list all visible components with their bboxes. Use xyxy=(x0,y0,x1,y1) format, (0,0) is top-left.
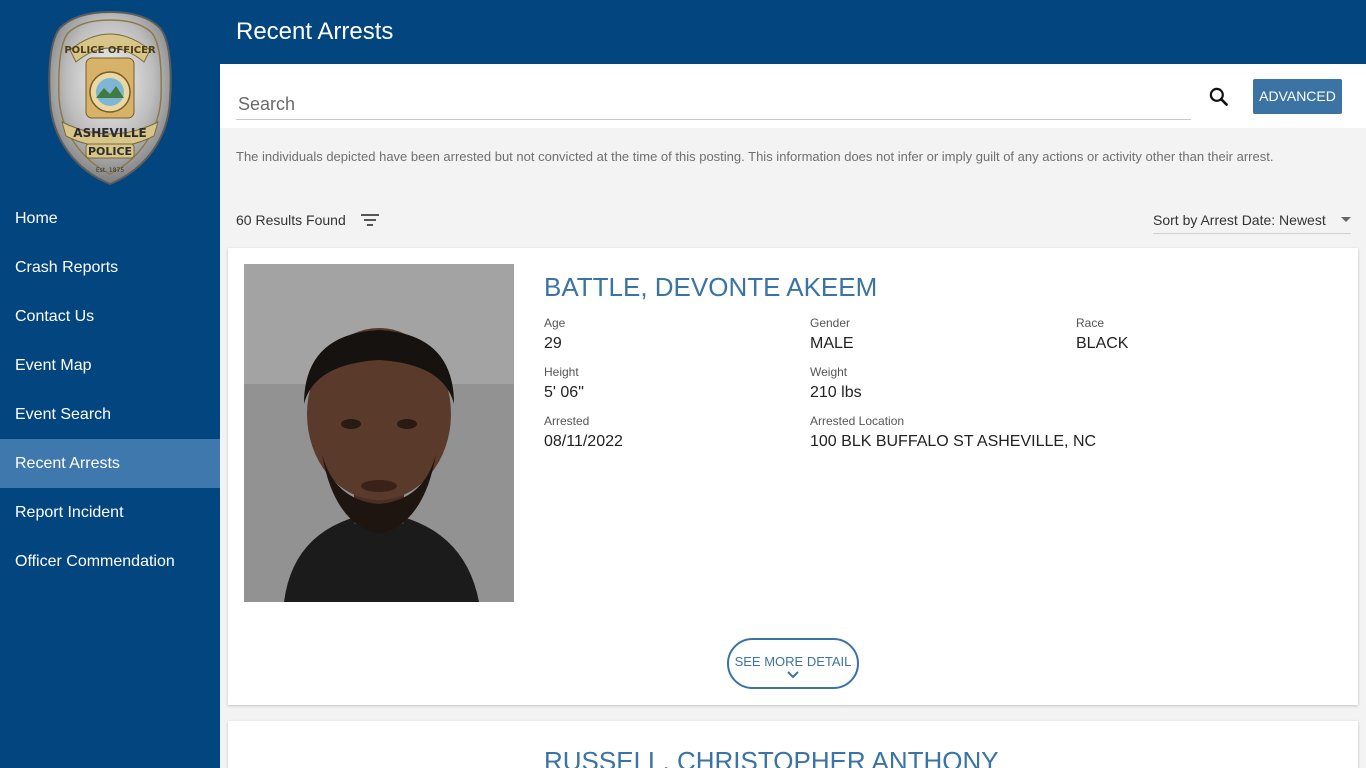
police-badge-logo[interactable]: POLICE OFFICER ASHEVILLE POLICE Est. 187… xyxy=(46,10,174,186)
age-label: Age xyxy=(544,316,566,330)
arrestee-name[interactable]: BATTLE, DEVONTE AKEEM xyxy=(544,272,877,303)
sidebar-nav: Home Crash Reports Contact Us Event Map … xyxy=(0,194,220,586)
sidebar-item-event-search[interactable]: Event Search xyxy=(0,390,220,439)
sidebar-item-recent-arrests[interactable]: Recent Arrests xyxy=(0,439,220,488)
sidebar-item-event-map[interactable]: Event Map xyxy=(0,341,220,390)
badge-city-text: ASHEVILLE xyxy=(73,126,146,140)
mugshot-photo xyxy=(244,264,514,602)
height-field: Height 5' 06" xyxy=(544,365,584,402)
race-field: Race BLACK xyxy=(1076,316,1128,353)
search-input[interactable] xyxy=(236,90,1191,120)
see-more-detail-button[interactable]: SEE MORE DETAIL xyxy=(727,638,859,689)
arrestee-name[interactable]: RUSSELL, CHRISTOPHER ANTHONY xyxy=(544,746,999,768)
arrested-location-value: 100 BLK BUFFALO ST ASHEVILLE, NC xyxy=(810,433,1097,450)
search-bar: ADVANCED xyxy=(220,64,1366,128)
sort-label: Sort by Arrest Date: Newest xyxy=(1153,212,1326,228)
arrested-location-field: Arrested Location 100 BLK BUFFALO ST ASH… xyxy=(810,414,1096,451)
badge-top-text: POLICE OFFICER xyxy=(64,45,156,56)
arrested-date-label: Arrested xyxy=(544,414,590,428)
height-value: 5' 06" xyxy=(544,384,584,401)
age-field: Age 29 xyxy=(544,316,565,353)
arrested-date-value: 08/11/2022 xyxy=(544,433,623,450)
sidebar: POLICE OFFICER ASHEVILLE POLICE Est. 187… xyxy=(0,0,220,768)
filter-icon[interactable] xyxy=(360,211,380,229)
results-count: 60 Results Found xyxy=(236,212,346,228)
sidebar-item-home[interactable]: Home xyxy=(0,194,220,243)
race-label: Race xyxy=(1076,316,1105,330)
gender-field: Gender MALE xyxy=(810,316,854,353)
advanced-search-button[interactable]: ADVANCED xyxy=(1253,79,1342,114)
see-more-label: SEE MORE DETAIL xyxy=(734,654,852,669)
height-label: Height xyxy=(544,365,579,379)
weight-label: Weight xyxy=(810,365,848,379)
chevron-down-icon xyxy=(787,671,799,679)
sidebar-item-officer-commendation[interactable]: Officer Commendation xyxy=(0,537,220,586)
arrest-card: BATTLE, DEVONTE AKEEM Age 29 Gender MALE… xyxy=(228,248,1358,705)
gender-value: MALE xyxy=(810,335,854,352)
weight-field: Weight 210 lbs xyxy=(810,365,862,402)
arrested-date-field: Arrested 08/11/2022 xyxy=(544,414,623,451)
sidebar-item-crash-reports[interactable]: Crash Reports xyxy=(0,243,220,292)
search-icon[interactable] xyxy=(1206,84,1232,110)
page-title: Recent Arrests xyxy=(236,18,394,45)
race-value: BLACK xyxy=(1076,335,1129,352)
arrest-card: RUSSELL, CHRISTOPHER ANTHONY xyxy=(228,721,1358,768)
caret-down-icon xyxy=(1341,217,1351,222)
sidebar-item-contact-us[interactable]: Contact Us xyxy=(0,292,220,341)
weight-value: 210 lbs xyxy=(810,384,862,401)
age-value: 29 xyxy=(544,335,562,352)
gender-label: Gender xyxy=(810,316,851,330)
arrested-location-label: Arrested Location xyxy=(810,414,905,428)
sidebar-item-report-incident[interactable]: Report Incident xyxy=(0,488,220,537)
header-bar: Recent Arrests xyxy=(220,0,1366,64)
sort-select[interactable]: Sort by Arrest Date: Newest xyxy=(1153,212,1351,234)
badge-est-text: Est. 1875 xyxy=(96,167,125,174)
disclaimer-text: The individuals depicted have been arres… xyxy=(236,149,1274,164)
badge-dept-text: POLICE xyxy=(88,145,132,158)
